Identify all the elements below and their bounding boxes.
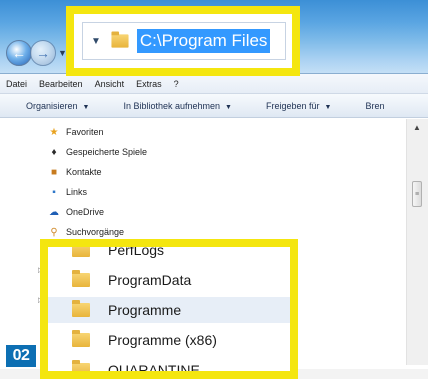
menu-ansicht[interactable]: Ansicht	[95, 79, 125, 89]
links-icon: ▪	[52, 186, 56, 198]
forward-button[interactable]: →	[30, 40, 56, 66]
folder-icon	[72, 330, 90, 347]
folder-icon	[72, 360, 90, 371]
add-to-library-button[interactable]: In Bibliothek aufnehmen ▼	[123, 101, 232, 111]
folder-row-quarantine[interactable]: QUARANTINE	[48, 357, 290, 378]
nav-item-kontakte[interactable]: ■ Kontakte	[48, 164, 102, 180]
nav-item-links[interactable]: ▪ Links	[48, 184, 87, 200]
nav-item-label: Favoriten	[66, 127, 104, 137]
chevron-down-icon: ▼	[225, 103, 232, 111]
address-dropdown-icon[interactable]: ▼	[91, 36, 101, 47]
burn-button[interactable]: Bren	[365, 101, 384, 111]
folder-icon	[72, 247, 90, 257]
folder-icon	[72, 270, 90, 287]
address-bar[interactable]: ▼ C:\Program Files	[82, 22, 286, 60]
scrollbar-thumb[interactable]: ≡	[412, 181, 422, 207]
folder-row-programme[interactable]: Programme	[48, 297, 290, 323]
address-path[interactable]: C:\Program Files	[136, 29, 271, 53]
nav-item-label: Kontakte	[66, 167, 102, 177]
chevron-down-icon: ▼	[324, 103, 332, 111]
nav-item-suchvorgaenge[interactable]: ⚲ Suchvorgänge	[48, 224, 124, 240]
folder-name: Programme (x86)	[108, 332, 217, 348]
share-with-label: Freigeben für	[265, 100, 320, 111]
folder-icon	[72, 300, 90, 317]
add-to-library-label: In Bibliothek aufnehmen	[123, 100, 221, 111]
folder-name: PerfLogs	[108, 242, 165, 258]
contacts-icon: ■	[50, 166, 58, 178]
menu-help[interactable]: ?	[174, 79, 179, 89]
forward-arrow-icon: →	[36, 45, 50, 61]
nav-item-label: OneDrive	[66, 207, 105, 217]
command-bar: Organisieren ▼ In Bibliothek aufnehmen ▼ F…	[0, 94, 428, 118]
folder-row-perflogs[interactable]: PerfLogs	[48, 242, 290, 263]
folder-name: ProgramData	[108, 272, 192, 288]
nav-item-label: Gespeicherte Spiele	[66, 147, 148, 157]
nav-item-onedrive[interactable]: ☁ OneDrive	[48, 204, 104, 220]
vertical-scrollbar[interactable]: ▲ ≡	[406, 119, 428, 365]
nav-item-label: Suchvorgänge	[66, 227, 125, 237]
address-bar-highlight: ▼ C:\Program Files	[66, 6, 300, 76]
nav-item-favoriten[interactable]: ★ Favoriten	[48, 124, 104, 140]
scroll-up-icon[interactable]: ▲	[413, 123, 421, 132]
cloud-icon: ☁	[49, 206, 59, 218]
menu-bar: Datei Bearbeiten Ansicht Extras ?	[0, 74, 428, 94]
menu-bearbeiten[interactable]: Bearbeiten	[39, 79, 83, 89]
folder-list-highlight: PerfLogs ProgramData Programme Programme…	[40, 239, 298, 379]
back-arrow-icon: ←	[12, 45, 26, 61]
folder-icon	[111, 31, 129, 48]
back-button[interactable]: ←	[6, 40, 32, 66]
menu-datei[interactable]: Datei	[6, 79, 27, 89]
folder-name: Programme	[108, 302, 182, 318]
burn-label: Bren	[365, 100, 385, 111]
star-icon: ★	[49, 126, 59, 138]
organize-button[interactable]: Organisieren ▼	[26, 101, 89, 111]
folder-row-programme-x86[interactable]: Programme (x86)	[48, 327, 290, 353]
organize-label: Organisieren	[26, 100, 78, 111]
chevron-down-icon: ▼	[82, 103, 90, 111]
nav-item-label: Links	[66, 187, 88, 197]
step-badge: 02	[6, 345, 36, 367]
share-with-button[interactable]: Freigeben für ▼	[266, 101, 331, 111]
folder-row-programdata[interactable]: ProgramData	[48, 267, 290, 293]
search-icon: ⚲	[50, 226, 58, 238]
folder-name: QUARANTINE	[108, 362, 200, 378]
games-icon: ♦	[51, 146, 57, 158]
menu-extras[interactable]: Extras	[136, 79, 162, 89]
nav-item-gespeicherte-spiele[interactable]: ♦ Gespeicherte Spiele	[48, 144, 147, 160]
